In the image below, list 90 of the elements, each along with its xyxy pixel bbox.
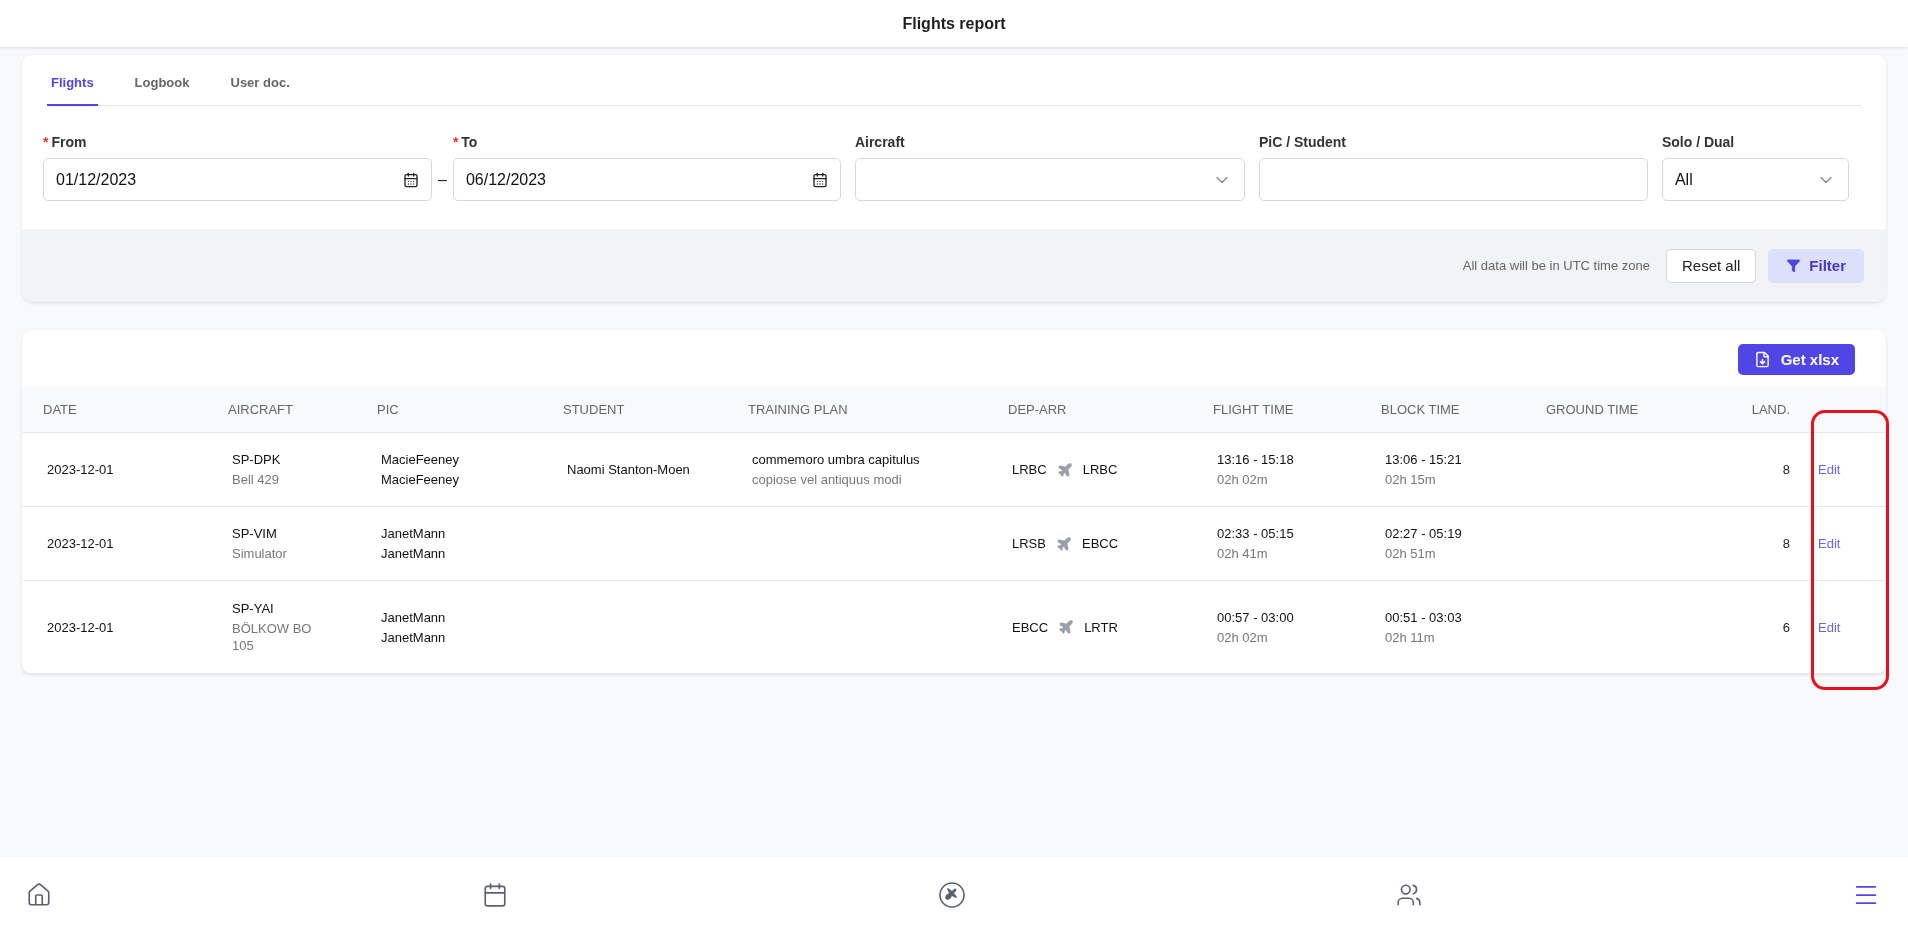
required-mark: * xyxy=(43,134,49,150)
table-cell-text: MacieFeeney xyxy=(381,471,461,488)
table-cell: LRSB xyxy=(1012,535,1046,552)
field-label: From xyxy=(51,134,87,150)
duration: 02h 02m xyxy=(1217,628,1269,646)
field-label: To xyxy=(461,134,478,150)
table-cell-text: 6 xyxy=(1781,619,1790,635)
airplane-icon xyxy=(1056,461,1073,478)
duration: 02h 15m xyxy=(1385,471,1437,488)
column-header: AIRCRAFT xyxy=(228,402,294,417)
tab[interactable]: Logbook xyxy=(130,75,194,106)
range-separator: – xyxy=(438,169,447,190)
column-header: STUDENT xyxy=(563,402,626,417)
pic-student-field[interactable] xyxy=(1258,158,1648,201)
duration: 02h 51m xyxy=(1385,545,1437,562)
calendar-icon xyxy=(482,881,508,908)
edit-link[interactable]: Edit xyxy=(1818,536,1841,551)
required-mark: * xyxy=(452,134,459,150)
edit-link[interactable]: Edit xyxy=(1818,462,1841,477)
table-cell-text: MacieFeeney xyxy=(381,451,461,468)
file-download-icon xyxy=(1753,351,1771,368)
table-cell-text: JanetMann xyxy=(381,545,447,562)
duration: 02h 11m xyxy=(1385,628,1436,646)
table-cell: LRTR xyxy=(1084,618,1118,636)
filter-button[interactable]: Filter xyxy=(1768,248,1864,283)
field-value: All xyxy=(1674,170,1693,189)
column-header: LAND. xyxy=(1750,402,1790,417)
solo-dual-select[interactable]: All xyxy=(1661,158,1849,201)
tab[interactable]: Flights xyxy=(47,75,98,106)
table-cell: LRBC xyxy=(1012,461,1047,478)
airplane-circle-icon xyxy=(938,880,966,909)
table-cell-text: SP-DPK xyxy=(232,451,282,468)
plan-subtitle: copiose vel antiquus modi xyxy=(752,471,903,488)
tab[interactable]: User doc. xyxy=(226,75,294,106)
table-cell-text: 2023-12-01 xyxy=(47,618,115,636)
people-icon xyxy=(1396,881,1422,908)
table-cell-text: SP-VIM xyxy=(232,525,278,542)
timezone-note: All data will be in UTC time zone xyxy=(1462,258,1650,273)
date-field[interactable]: 01/12/2023 xyxy=(43,158,432,201)
table-cell-text: SP-YAI xyxy=(232,600,275,617)
table-cell-text: Naomi Stanton-Moen xyxy=(567,461,691,478)
table-cell-text: 00:51 - 03:03 xyxy=(1385,608,1463,626)
table-cell-text: commemoro umbra capitulus xyxy=(752,451,921,468)
table-cell-text: JanetMann xyxy=(381,608,447,626)
nav-button[interactable] xyxy=(482,881,508,908)
column-header: BLOCK TIME xyxy=(1381,402,1461,417)
funnel-icon xyxy=(1786,258,1802,273)
calendar-icon xyxy=(403,171,419,188)
field-label: Aircraft xyxy=(854,134,905,150)
aircraft-type: BÖLKOW BO 105 xyxy=(232,620,313,654)
column-header: TRAINING PLAN xyxy=(748,402,849,417)
nav-button[interactable] xyxy=(26,881,52,908)
duration: 02h 02m xyxy=(1217,471,1269,488)
column-header: PIC xyxy=(377,402,400,417)
nav-button[interactable] xyxy=(1396,881,1422,908)
airplane-icon xyxy=(1058,619,1075,635)
table-cell-text: 02:27 - 05:19 xyxy=(1385,525,1463,542)
page-title: Flights report xyxy=(902,14,1006,33)
table-cell-text: JanetMann xyxy=(381,628,447,646)
table-cell-text: JanetMann xyxy=(381,525,447,542)
field-label: Solo / Dual xyxy=(1661,134,1735,150)
export-button[interactable]: Get xlsx xyxy=(1737,344,1855,375)
table-cell: LRBC xyxy=(1082,461,1118,478)
table-cell-text: 2023-12-01 xyxy=(47,535,115,552)
column-header: GROUND TIME xyxy=(1546,402,1640,417)
table-cell-text: 8 xyxy=(1781,536,1790,551)
table-cell: EBCC xyxy=(1012,618,1049,636)
nav-button[interactable] xyxy=(938,880,966,909)
table-cell-text: 8 xyxy=(1781,462,1790,477)
table-cell: EBCC xyxy=(1081,535,1119,552)
aircraft-type: Bell 429 xyxy=(232,471,280,488)
table-cell-text: 13:06 - 15:21 xyxy=(1385,451,1463,468)
column-header: DATE xyxy=(43,402,78,417)
home-icon xyxy=(26,881,52,908)
date-field[interactable]: 06/12/2023 xyxy=(452,158,841,201)
table-cell-text: 2023-12-01 xyxy=(47,461,115,478)
field-label: PiC / Student xyxy=(1258,134,1347,150)
table-cell-text: 13:16 - 15:18 xyxy=(1217,451,1295,468)
field-value: 01/12/2023 xyxy=(56,170,137,189)
column-header: DEP-ARR xyxy=(1008,402,1068,417)
duration: 02h 41m xyxy=(1217,545,1269,562)
table-cell-text: 00:57 - 03:00 xyxy=(1217,608,1295,626)
calendar-icon xyxy=(811,171,828,188)
edit-link[interactable]: Edit xyxy=(1818,619,1841,635)
column-header: FLIGHT TIME xyxy=(1213,402,1295,417)
table-cell-text: 02:33 - 05:15 xyxy=(1217,525,1295,542)
airplane-icon xyxy=(1055,535,1072,552)
reset-button[interactable]: Reset all xyxy=(1665,248,1757,283)
aircraft-type: Simulator xyxy=(232,545,288,562)
field-value: 06/12/2023 xyxy=(465,170,546,189)
